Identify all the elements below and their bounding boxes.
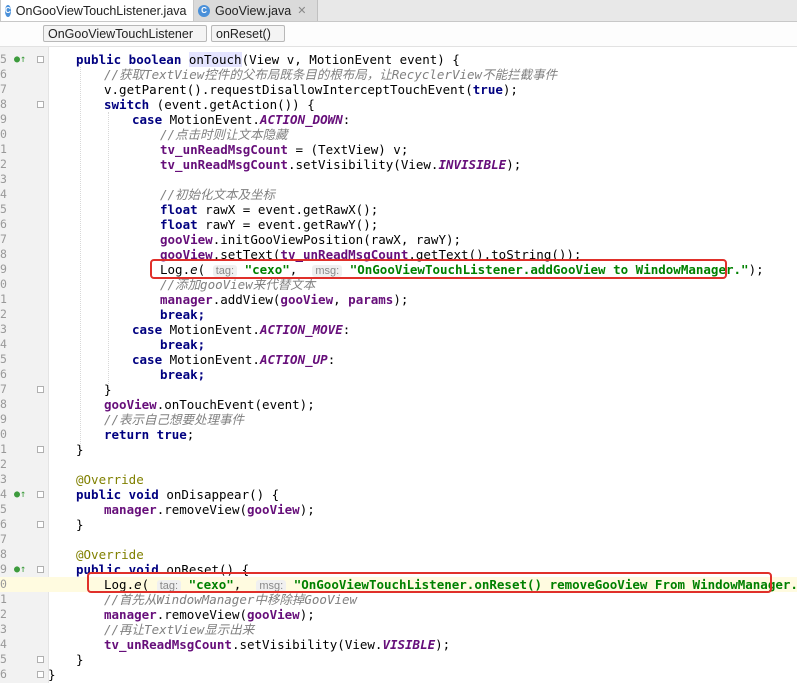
editor-tab-bar: C OnGooViewTouchListener.java ✕ C GooVie… bbox=[0, 0, 797, 22]
code-line: 6 } bbox=[0, 667, 56, 682]
code-line: 2 bbox=[0, 457, 7, 471]
java-class-icon: C bbox=[198, 4, 210, 17]
code-line: 6 //获取TextView控件的父布局既条目的根布局，让RecyclerVie… bbox=[0, 67, 558, 82]
fold-icon[interactable] bbox=[37, 491, 44, 498]
code-line: 7 gooView.initGooViewPosition(rawX, rawY… bbox=[0, 232, 462, 247]
code-line: 9 //表示自己想要处理事件 bbox=[0, 412, 245, 427]
tab-gooview[interactable]: C GooView.java ✕ bbox=[194, 0, 318, 21]
fold-icon[interactable] bbox=[37, 101, 44, 108]
code-line: 5 case MotionEvent.ACTION_UP: bbox=[0, 352, 336, 367]
code-line: 6 } bbox=[0, 517, 84, 532]
code-line: 2 manager.removeView(gooView); bbox=[0, 607, 315, 622]
breadcrumb: OnGooViewTouchListener onReset() bbox=[0, 22, 797, 47]
tab-ongooviewtouchlistener[interactable]: C OnGooViewTouchListener.java ✕ bbox=[0, 0, 202, 21]
breadcrumb-class[interactable]: OnGooViewTouchListener bbox=[43, 25, 207, 42]
code-line: 1 //首先从WindowManager中移除掉GooView bbox=[0, 592, 358, 607]
code-line: 3 //再让TextView显示出来 bbox=[0, 622, 255, 637]
code-line: 4 ●↑ public void onDisappear() { bbox=[0, 487, 280, 502]
code-line: 8 @Override bbox=[0, 547, 144, 562]
code-line: 2 break; bbox=[0, 307, 206, 322]
code-line: 5 ●↑ public boolean onTouch(View v, Motio… bbox=[0, 52, 460, 67]
close-icon[interactable]: ✕ bbox=[297, 4, 306, 17]
code-line: 5 } bbox=[0, 652, 84, 667]
code-line: 5 float rawX = event.getRawX(); bbox=[0, 202, 379, 217]
override-marker-icon[interactable]: ●↑ bbox=[14, 487, 30, 502]
code-line: 8 switch (event.getAction()) { bbox=[0, 97, 315, 112]
highlight-box bbox=[150, 259, 727, 279]
fold-icon[interactable] bbox=[37, 446, 44, 453]
code-line: 9 case MotionEvent.ACTION_DOWN: bbox=[0, 112, 351, 127]
java-class-icon: C bbox=[5, 4, 11, 17]
breadcrumb-method[interactable]: onReset() bbox=[211, 25, 285, 42]
code-line: 7 } bbox=[0, 382, 112, 397]
code-line: 6 break; bbox=[0, 367, 206, 382]
highlight-box bbox=[87, 572, 772, 593]
code-line: 1 manager.addView(gooView, params); bbox=[0, 292, 409, 307]
code-line: 4 break; bbox=[0, 337, 206, 352]
code-line: 3 case MotionEvent.ACTION_MOVE: bbox=[0, 322, 351, 337]
code-line: 7 v.getParent().requestDisallowIntercept… bbox=[0, 82, 518, 97]
code-line: 3 @Override bbox=[0, 472, 144, 487]
code-line: 4 //初始化文本及坐标 bbox=[0, 187, 276, 202]
fold-icon[interactable] bbox=[37, 56, 44, 63]
fold-icon[interactable] bbox=[37, 521, 44, 528]
fold-icon[interactable] bbox=[37, 386, 44, 393]
code-line: 0 //点击时则让文本隐藏 bbox=[0, 127, 288, 142]
code-line: 6 float rawY = event.getRawY(); bbox=[0, 217, 379, 232]
code-line: 2 tv_unReadMsgCount.setVisibility(View.I… bbox=[0, 157, 522, 172]
fold-icon[interactable] bbox=[37, 566, 44, 573]
code-line: 4 tv_unReadMsgCount.setVisibility(View.V… bbox=[0, 637, 451, 652]
fold-icon[interactable] bbox=[37, 671, 44, 678]
code-line: 7 bbox=[0, 532, 7, 546]
code-line: 3 bbox=[0, 172, 7, 186]
tab-label: OnGooViewTouchListener.java bbox=[15, 3, 187, 18]
override-marker-icon[interactable]: ●↑ bbox=[14, 52, 30, 67]
code-line: 1 } bbox=[0, 442, 84, 457]
fold-icon[interactable] bbox=[37, 656, 44, 663]
code-line: 0 //添加gooView来代替文本 bbox=[0, 277, 316, 292]
code-line: 0 return true; bbox=[0, 427, 195, 442]
override-marker-icon[interactable]: ●↑ bbox=[14, 562, 30, 577]
code-line: 1 tv_unReadMsgCount = (TextView) v; bbox=[0, 142, 409, 157]
code-line: 8 gooView.onTouchEvent(event); bbox=[0, 397, 315, 412]
code-line: 5 manager.removeView(gooView); bbox=[0, 502, 315, 517]
tab-label: GooView.java bbox=[215, 3, 292, 18]
